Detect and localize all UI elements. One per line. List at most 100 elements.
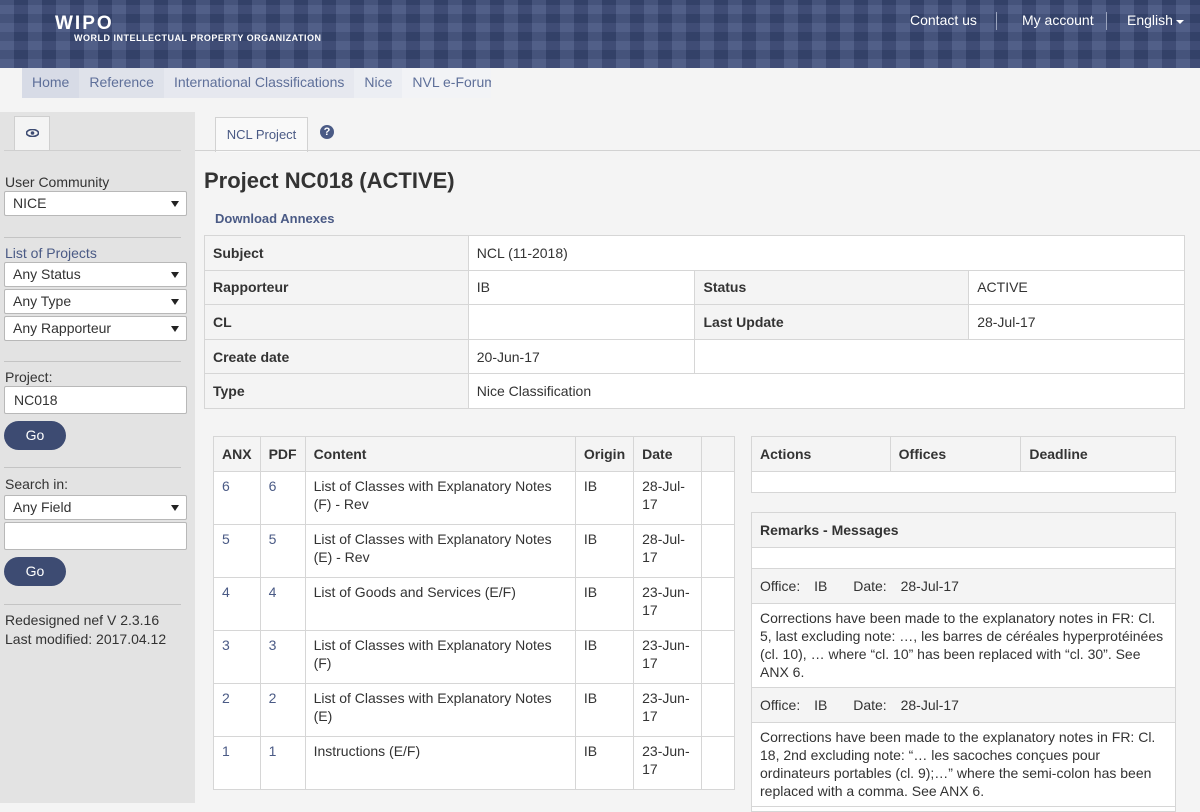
last-update-label: Last Update [694, 304, 970, 340]
breadcrumb-fill [491, 68, 1200, 98]
office-label: Office: [760, 697, 801, 713]
date-label: Date: [853, 578, 887, 594]
search-input[interactable] [4, 522, 187, 550]
empty-cell [694, 338, 1185, 375]
pdf-link[interactable]: 4 [259, 577, 306, 631]
office-value: IB [814, 578, 828, 594]
table-row: 4 4 List of Goods and Services (E/F) IB … [213, 577, 735, 631]
tab-underline [195, 150, 1200, 151]
sidebar-divider [4, 467, 181, 468]
project-go-button[interactable]: Go [4, 421, 66, 450]
actions-table: Actions Offices Deadline [751, 436, 1176, 493]
table-row: 1 1 Instructions (E/F) IB 23-Jun-17 [213, 736, 735, 790]
tab-underline [4, 150, 181, 151]
pdf-link[interactable]: 2 [259, 683, 306, 737]
remarks-spacer [752, 548, 1175, 569]
annexes-header-row: ANX PDF Content Origin Date [213, 436, 735, 472]
content-cell: List of Goods and Services (E/F) [304, 577, 576, 631]
breadcrumb-home[interactable]: Home [22, 68, 80, 98]
contact-us-link[interactable]: Contact us [910, 12, 977, 28]
breadcrumb: Home Reference International Classificat… [22, 68, 506, 98]
user-community-select[interactable]: NICE [4, 191, 187, 216]
anx-link[interactable]: 6 [213, 471, 261, 525]
origin-cell: IB [574, 471, 635, 525]
date-value: 28-Jul-17 [900, 697, 959, 713]
anx-link[interactable]: 2 [213, 683, 261, 737]
column-header-anx: ANX [213, 436, 261, 472]
anx-link[interactable]: 5 [213, 524, 261, 578]
list-of-projects-link[interactable]: List of Projects [5, 245, 97, 261]
create-date-label: Create date [204, 338, 469, 375]
cl-label: CL [204, 304, 469, 340]
blank-cell [700, 524, 735, 578]
breadcrumb-international-classifications[interactable]: International Classifications [163, 68, 355, 98]
anx-link[interactable]: 1 [213, 736, 261, 790]
origin-cell: IB [574, 577, 635, 631]
type-value: Nice Classification [467, 373, 1186, 409]
date-cell: 23-Jun-17 [633, 683, 702, 737]
origin-cell: IB [574, 736, 635, 790]
my-account-link[interactable]: My account [1022, 12, 1094, 28]
view-tab[interactable] [14, 116, 50, 151]
help-icon[interactable]: ? [320, 125, 334, 139]
breadcrumb-reference[interactable]: Reference [79, 68, 164, 98]
caret-down-icon[interactable] [1176, 20, 1184, 24]
column-header-origin: Origin [574, 436, 635, 472]
column-header-date: Date [633, 436, 702, 472]
remark-meta: Office: IB Date: 28-Jul-17 [752, 688, 1175, 723]
table-row: 3 3 List of Classes with Explanatory Not… [213, 630, 735, 684]
blank-cell [700, 471, 735, 525]
blank-cell [700, 683, 735, 737]
type-filter-select[interactable]: Any Type [4, 289, 187, 314]
empty-cell [751, 471, 1176, 493]
sidebar-divider [4, 361, 181, 362]
rapporteur-filter-select[interactable]: Any Rapporteur [4, 316, 187, 341]
tab-ncl-project[interactable]: NCL Project [215, 117, 308, 152]
anx-link[interactable]: 3 [213, 630, 261, 684]
pdf-link[interactable]: 6 [259, 471, 306, 525]
status-value: ACTIVE [968, 269, 1185, 306]
blank-cell [700, 630, 735, 684]
column-header-content: Content [304, 436, 576, 472]
cl-value [467, 304, 696, 340]
search-in-label: Search in: [5, 476, 69, 492]
info-row-type: Type Nice Classification [204, 373, 1186, 409]
blank-cell [700, 736, 735, 790]
column-header-pdf: PDF [259, 436, 306, 472]
content-cell: List of Classes with Explanatory Notes (… [304, 630, 576, 684]
language-selector[interactable]: English [1127, 12, 1173, 28]
status-filter-select[interactable]: Any Status [4, 262, 187, 287]
rapporteur-label: Rapporteur [204, 269, 469, 306]
pdf-link[interactable]: 3 [259, 630, 306, 684]
wipo-logo-subtitle: WORLD INTELLECTUAL PROPERTY ORGANIZATION [74, 33, 322, 43]
type-label: Type [204, 373, 469, 409]
rapporteur-value: IB [467, 269, 696, 306]
last-update-value: 28-Jul-17 [968, 304, 1185, 340]
sidebar-divider [4, 237, 181, 238]
pdf-link[interactable]: 1 [259, 736, 306, 790]
download-annexes-link[interactable]: Download Annexes [215, 211, 334, 226]
subject-label: Subject [204, 235, 469, 271]
annexes-table: ANX PDF Content Origin Date 6 6 List of … [213, 436, 735, 790]
breadcrumb-nice[interactable]: Nice [354, 68, 403, 98]
project-info-table: Subject NCL (11-2018) Rapporteur IB Stat… [204, 235, 1186, 409]
date-label: Date: [853, 697, 887, 713]
column-header-deadline: Deadline [1020, 436, 1176, 472]
search-go-button[interactable]: Go [4, 557, 66, 586]
office-label: Office: [760, 578, 801, 594]
wipo-logo[interactable]: WIPO [55, 13, 114, 35]
search-field-select[interactable]: Any Field [4, 495, 187, 520]
date-cell: 28-Jul-17 [633, 471, 702, 525]
actions-header-row: Actions Offices Deadline [751, 436, 1176, 472]
anx-link[interactable]: 4 [213, 577, 261, 631]
content-cell: Instructions (E/F) [304, 736, 576, 790]
eye-icon [26, 129, 39, 137]
pdf-link[interactable]: 5 [259, 524, 306, 578]
column-header-actions: Actions [751, 436, 891, 472]
remark-text: Corrections have been made to the explan… [752, 723, 1175, 807]
date-cell: 23-Jun-17 [633, 577, 702, 631]
subject-value: NCL (11-2018) [467, 235, 1186, 271]
table-row: 5 5 List of Classes with Explanatory Not… [213, 524, 735, 578]
project-input[interactable]: NC018 [4, 386, 187, 414]
actions-empty-row [751, 471, 1176, 493]
